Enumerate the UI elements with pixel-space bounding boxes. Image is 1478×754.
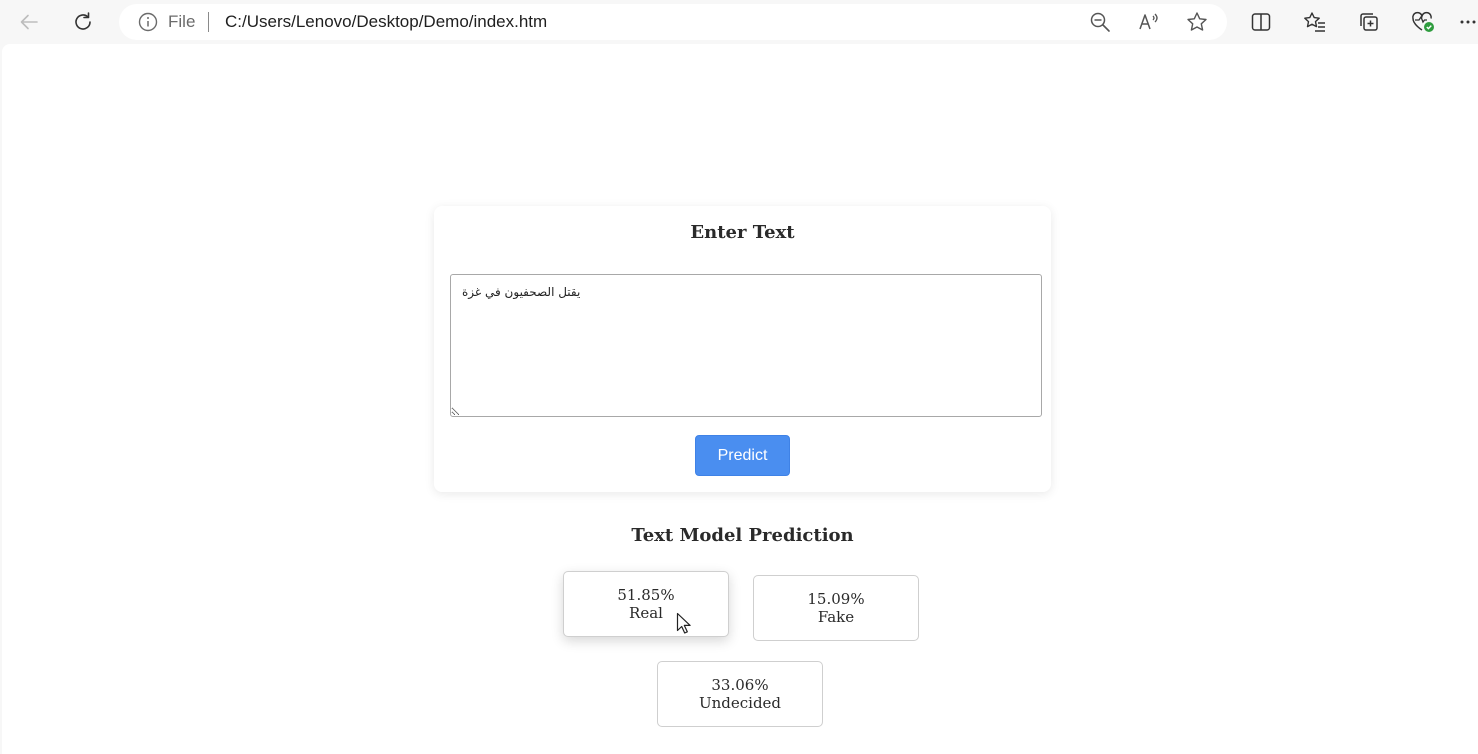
zoom-out-icon[interactable] <box>1088 10 1112 34</box>
result-label: Fake <box>817 608 855 626</box>
collections-icon[interactable] <box>1353 6 1385 38</box>
mouse-cursor-icon <box>676 612 691 634</box>
input-card: Enter Text Predict <box>434 206 1051 492</box>
favorites-icon[interactable] <box>1299 6 1331 38</box>
info-icon[interactable] <box>138 12 158 32</box>
more-icon[interactable] <box>1458 6 1478 38</box>
refresh-icon[interactable] <box>67 6 99 38</box>
address-url[interactable]: C:/Users/Lenovo/Desktop/Demo/index.htm <box>225 12 547 32</box>
browser-toolbar: File C:/Users/Lenovo/Desktop/Demo/index.… <box>0 0 1478 44</box>
result-label: Undecided <box>698 694 782 712</box>
result-percent: 33.06% <box>711 676 769 694</box>
result-card-undecided[interactable]: 33.06% Undecided <box>657 661 823 727</box>
result-percent: 15.09% <box>807 590 865 608</box>
address-scheme-label: File <box>168 12 196 31</box>
browser-essentials-icon[interactable] <box>1407 6 1439 38</box>
back-icon[interactable] <box>13 6 45 38</box>
result-card-fake[interactable]: 15.09% Fake <box>753 575 919 641</box>
result-card-real[interactable]: 51.85% Real <box>563 571 729 637</box>
address-separator <box>208 12 209 32</box>
predict-button[interactable]: Predict <box>695 435 790 476</box>
favorite-star-icon[interactable] <box>1185 10 1209 34</box>
address-bar[interactable]: File C:/Users/Lenovo/Desktop/Demo/index.… <box>119 4 1227 40</box>
split-screen-icon[interactable] <box>1245 6 1277 38</box>
results-title: Text Model Prediction <box>631 525 854 546</box>
page-viewport: Enter Text Predict Text Model Prediction… <box>2 44 1478 754</box>
result-label: Real <box>629 604 663 622</box>
text-input[interactable] <box>450 274 1042 417</box>
input-card-title: Enter Text <box>690 222 795 243</box>
result-percent: 51.85% <box>617 586 675 604</box>
read-aloud-icon[interactable] <box>1137 10 1161 34</box>
